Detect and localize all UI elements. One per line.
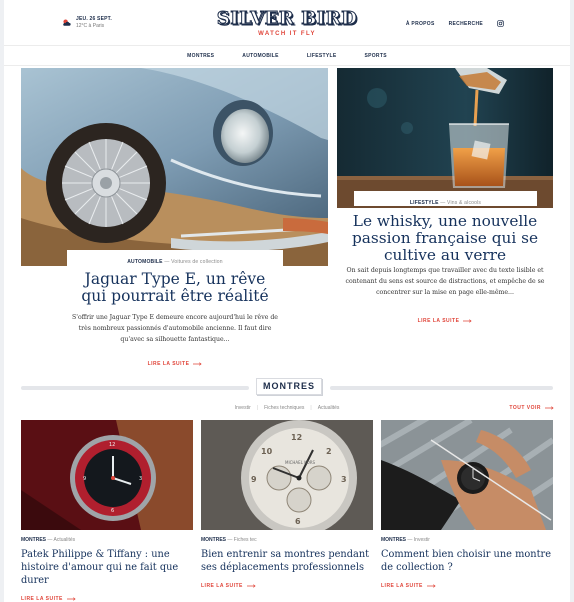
card-category[interactable]: MONTRES xyxy=(21,537,46,543)
read-more-label: LIRE LA SUITE xyxy=(417,318,460,324)
hero-car-image[interactable] xyxy=(21,68,328,266)
page: JEU. 26 SEPT. 12°C à Paris SILVER BIRD W… xyxy=(4,0,570,602)
card-title[interactable]: Patek Philippe & Tiffany : une histoire … xyxy=(21,548,193,587)
svg-text:12: 12 xyxy=(291,433,302,442)
arrow-right-icon xyxy=(426,584,436,588)
section-divider-left xyxy=(21,386,249,390)
hero-side-excerpt: On sait depuis longtemps que travailler … xyxy=(345,267,545,296)
nav-item-automobile[interactable]: AUTOMOBILE xyxy=(242,53,279,59)
svg-text:3: 3 xyxy=(139,476,142,482)
card-read-more[interactable]: LIRE LA SUITE xyxy=(201,583,256,589)
svg-text:2: 2 xyxy=(326,447,332,456)
card-category[interactable]: MONTRES xyxy=(381,537,406,543)
arrow-right-icon xyxy=(246,584,256,588)
tagline: WATCH IT FLY xyxy=(258,31,316,37)
read-more-label: LIRE LA SUITE xyxy=(201,583,243,589)
about-link[interactable]: À PROPOS xyxy=(406,21,435,27)
card-kicker: MONTRES — Fiches tec xyxy=(201,537,373,543)
nav-item-sports[interactable]: SPORTS xyxy=(364,53,386,59)
watch-chronograph-image[interactable]: 12 3 6 9 10 2 MICHAEL KORS xyxy=(201,420,373,530)
filter-separator: | xyxy=(256,405,259,411)
section-filters: Investir | Fiches techniques | Actualité… xyxy=(4,405,570,411)
arrow-right-icon xyxy=(66,597,76,601)
nav-item-montres[interactable]: MONTRES xyxy=(187,53,214,59)
watch-wrist-image[interactable] xyxy=(381,420,553,530)
read-more-label: LIRE LA SUITE xyxy=(21,596,63,602)
hero-side-subcategory[interactable]: — Vins & alcools xyxy=(440,200,481,206)
filter-actualites[interactable]: Actualités xyxy=(318,405,340,411)
svg-text:10: 10 xyxy=(261,447,273,456)
card-subcategory[interactable]: — Actualités xyxy=(47,537,75,543)
svg-text:9: 9 xyxy=(83,476,86,482)
filter-separator: | xyxy=(310,405,312,411)
section-title: MONTRES xyxy=(256,378,322,395)
arrow-right-icon xyxy=(545,406,554,410)
hero-main-subcategory[interactable]: — Voitures de collection xyxy=(164,259,222,265)
hero-side-title[interactable]: Le whisky, une nouvelle passion français… xyxy=(337,213,553,264)
search-link[interactable]: RECHERCHE xyxy=(449,21,483,27)
read-more-label: LIRE LA SUITE xyxy=(147,361,190,367)
main-nav: MONTRES AUTOMOBILE LIFESTYLE SPORTS xyxy=(4,53,570,59)
card-read-more[interactable]: LIRE LA SUITE xyxy=(381,583,436,589)
card-category[interactable]: MONTRES xyxy=(201,537,226,543)
hero-side-card: LIFESTYLE — Vins & alcools xyxy=(354,191,537,206)
filter-fiches-techniques[interactable]: Fiches techniques xyxy=(264,405,304,411)
see-all-label: TOUT VOIR xyxy=(509,405,541,411)
article-card: 12 3 6 9 MONTRES — Actualités Patek Philipp… xyxy=(21,420,193,602)
card-subcategory[interactable]: — Investir xyxy=(407,537,430,543)
see-all-link[interactable]: TOUT VOIR xyxy=(509,405,554,411)
hero-main-title[interactable]: Jaguar Type E, un rêve qui pourrait être… xyxy=(67,271,283,305)
svg-text:MICHAEL KORS: MICHAEL KORS xyxy=(285,460,316,465)
card-kicker: MONTRES — Actualités xyxy=(21,537,193,543)
instagram-icon[interactable] xyxy=(497,20,504,27)
svg-text:3: 3 xyxy=(341,475,347,484)
hero-main-card: AUTOMOBILE — Voitures de collection Jagu… xyxy=(67,250,283,370)
svg-text:6: 6 xyxy=(111,508,114,514)
nav-divider xyxy=(4,65,570,66)
card-kicker: MONTRES — Investir xyxy=(381,537,553,543)
card-title[interactable]: Comment bien choisir une montre de colle… xyxy=(381,548,553,574)
nav-item-lifestyle[interactable]: LIFESTYLE xyxy=(307,53,337,59)
watch-red-bezel-image[interactable]: 12 3 6 9 xyxy=(21,420,193,530)
hero-side-kicker: LIFESTYLE — Vins & alcools xyxy=(354,200,537,206)
section-divider-right xyxy=(330,386,553,390)
hero-main-kicker: AUTOMOBILE — Voitures de collection xyxy=(67,259,283,265)
article-card: 12 3 6 9 10 2 MICHAEL KORS MONTRES — Fiches … xyxy=(201,420,373,592)
article-card: MONTRES — Investir Comment bien choisir … xyxy=(381,420,553,592)
read-more-label: LIRE LA SUITE xyxy=(381,583,423,589)
filter-investir[interactable]: Investir xyxy=(235,405,251,411)
site-logo[interactable]: SILVER BIRD xyxy=(216,8,357,30)
svg-text:6: 6 xyxy=(295,517,301,526)
arrow-right-icon xyxy=(193,362,203,366)
card-subcategory[interactable]: — Fiches tec xyxy=(227,537,256,543)
svg-text:9: 9 xyxy=(251,475,257,484)
top-links: À PROPOS RECHERCHE xyxy=(406,20,504,27)
svg-text:12: 12 xyxy=(109,442,115,448)
hero-side-category[interactable]: LIFESTYLE xyxy=(410,200,439,206)
header-divider xyxy=(4,45,570,46)
hero-main-excerpt: S'offrir une Jaguar Type E demeure encor… xyxy=(72,314,278,343)
hero-whisky-image[interactable] xyxy=(337,68,553,208)
card-title[interactable]: Bien entrenir sa montres pendant ses dép… xyxy=(201,548,373,574)
hero-main-category[interactable]: AUTOMOBILE xyxy=(127,259,163,265)
hero-side-read-more[interactable]: LIRE LA SUITE xyxy=(418,318,473,324)
hero-main-read-more[interactable]: LIRE LA SUITE xyxy=(148,361,203,367)
card-read-more[interactable]: LIRE LA SUITE xyxy=(21,596,76,602)
arrow-right-icon xyxy=(463,319,473,323)
